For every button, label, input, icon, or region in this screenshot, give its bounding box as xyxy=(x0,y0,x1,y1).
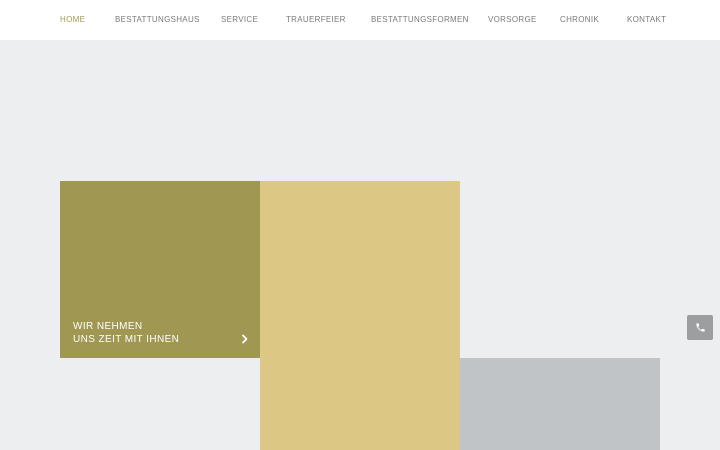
nav-item-trauerfeier[interactable]: TRAUERFEIER xyxy=(286,15,346,25)
nav-item-bestattungshaus[interactable]: BESTATTUNGSHAUS xyxy=(115,15,200,25)
hero-tile-gold xyxy=(260,181,460,450)
nav-item-kontakt[interactable]: KONTAKT xyxy=(627,15,666,25)
chevron-right-icon xyxy=(242,334,248,344)
nav-item-home[interactable]: HOME xyxy=(60,15,85,25)
nav-item-service[interactable]: SERVICE xyxy=(221,15,258,25)
nav-item-vorsorge[interactable]: VORSORGE xyxy=(488,15,537,25)
nav-item-bestattungsformen[interactable]: BESTATTUNGSFORMEN xyxy=(371,15,469,25)
hero-tile-line1: WIR NEHMEN xyxy=(73,321,143,332)
phone-icon xyxy=(695,323,705,332)
page: HOME BESTATTUNGSHAUS SERVICE TRAUERFEIER… xyxy=(0,0,720,450)
phone-button[interactable] xyxy=(687,315,713,340)
hero-tile-link[interactable]: WIR NEHMEN UNS ZEIT MIT IHNEN xyxy=(60,181,260,358)
hero-tile-line2: UNS ZEIT MIT IHNEN xyxy=(73,334,180,345)
nav-item-chronik[interactable]: CHRONIK xyxy=(560,15,599,25)
hero-tile-grey xyxy=(460,358,660,450)
hero-tile-text: WIR NEHMEN UNS ZEIT MIT IHNEN xyxy=(73,320,179,346)
main-navigation: HOME BESTATTUNGSHAUS SERVICE TRAUERFEIER… xyxy=(0,0,720,40)
